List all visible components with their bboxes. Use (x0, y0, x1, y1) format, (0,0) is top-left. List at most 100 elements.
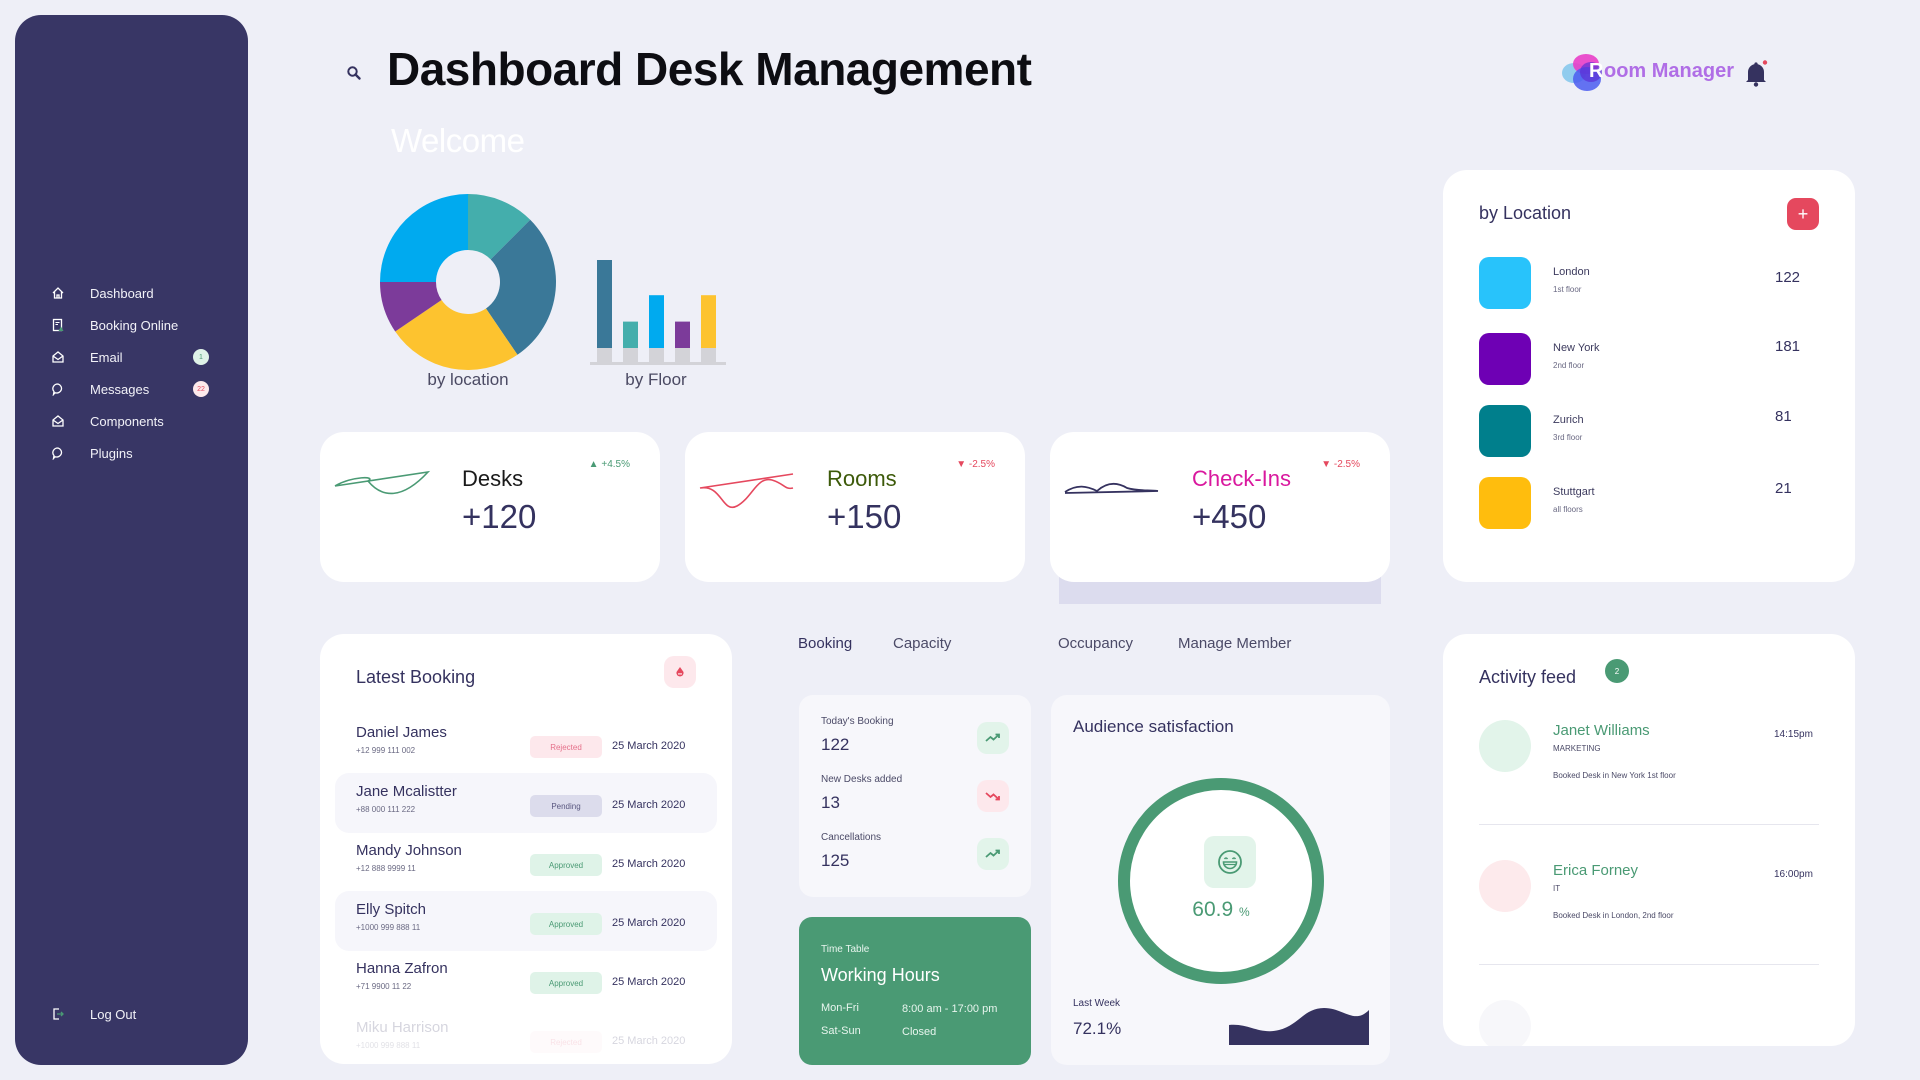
bar-3 (675, 321, 690, 348)
booking-row[interactable]: Miku Harrison +1000 999 888 11 Rejected … (335, 1009, 717, 1064)
hours-time: 8:00 am - 17:00 pm (902, 1003, 998, 1015)
trend-up-button[interactable] (977, 722, 1009, 754)
booking-row[interactable]: Mandy Johnson +12 888 9999 11 Approved 2… (335, 832, 717, 892)
booking-date: 25 March 2020 (612, 1035, 686, 1047)
location-count: 122 (1775, 269, 1801, 286)
status-badge: Rejected (530, 1031, 602, 1053)
status-badge: Approved (530, 854, 602, 876)
latest-booking-action-button[interactable] (664, 656, 696, 688)
sidebar-item-dashboard[interactable]: Dashboard (15, 279, 248, 307)
booking-row[interactable]: Jane Mcalistter +88 000 111 222 Pending … (335, 773, 717, 833)
tab-occupancy[interactable]: Occupancy (1058, 635, 1133, 652)
trend-down-button[interactable] (977, 780, 1009, 812)
booking-phone: +88 000 111 222 (356, 805, 416, 814)
checkins-sparkline (1064, 482, 1159, 494)
tab-booking[interactable]: Booking (798, 635, 852, 652)
tab-capacity[interactable]: Capacity (893, 635, 951, 652)
booking-name: Miku Harrison (356, 1019, 449, 1036)
stat-value: 125 (821, 851, 850, 870)
location-name: Stuttgart (1553, 486, 1595, 498)
location-row[interactable]: Zurich 3rd floor 81 (1479, 405, 1819, 457)
booking-date: 25 March 2020 (612, 976, 686, 988)
mail-icon (50, 349, 66, 365)
booking-phone: +12 999 111 002 (356, 746, 416, 755)
location-floor: all floors (1553, 505, 1583, 514)
sidebar-item-label: Dashboard (90, 285, 154, 301)
bar-2 (649, 295, 664, 348)
booking-row[interactable]: Hanna Zafron +71 9900 11 22 Approved 25 … (335, 950, 717, 1010)
tab-manage-member[interactable]: Manage Member (1178, 635, 1291, 652)
bar-1 (623, 321, 638, 348)
bar-base-0 (597, 348, 612, 362)
plus-icon: + (1797, 203, 1809, 224)
bar-4 (701, 295, 716, 348)
activity-item[interactable]: Janet Williams MARKETING Booked Desk in … (1479, 720, 1819, 840)
bell-icon[interactable] (1744, 60, 1768, 88)
laughing-face-icon (1218, 850, 1242, 874)
logo-initial: R (1589, 60, 1604, 82)
stat-value: 13 (821, 793, 840, 812)
sidebar-item-label: Messages (90, 381, 150, 397)
drop-icon (676, 667, 684, 677)
location-floor: 1st floor (1553, 285, 1582, 294)
status-badge: Pending (530, 795, 602, 817)
trend-up-button[interactable] (977, 838, 1009, 870)
booking-row[interactable]: Daniel James +12 999 111 002 Rejected 25… (335, 714, 717, 774)
donut-slice-4 (380, 194, 468, 282)
sidebar-item-components[interactable]: Components (15, 407, 248, 435)
activity-feed-card: Activity feed 2 Janet Williams MARKETING… (1443, 634, 1855, 1046)
activity-count-badge: 2 (1605, 659, 1629, 683)
bar-base-3 (675, 348, 690, 362)
sidebar-item-booking-online[interactable]: Booking Online (15, 311, 248, 339)
bar-0 (597, 260, 612, 348)
logout-button[interactable]: Log Out (15, 1000, 248, 1028)
working-hours-card: Time Table Working Hours Mon-Fri 8:00 am… (799, 917, 1031, 1065)
chat-icon (50, 381, 66, 397)
location-color-swatch (1479, 333, 1531, 385)
room-manager-logo[interactable]: R oom Manager (1560, 48, 1734, 98)
avatar (1479, 720, 1531, 772)
location-color-swatch (1479, 477, 1531, 529)
location-name: Zurich (1553, 414, 1584, 426)
search-icon[interactable] (345, 64, 363, 82)
trend-up-icon: ▲ (588, 459, 602, 470)
kpi-title: Check-Ins (1192, 466, 1292, 491)
satisfaction-gauge: 60.9 % (1118, 778, 1324, 984)
card-title: by Location (1479, 203, 1572, 223)
booking-phone: +71 9900 11 22 (356, 982, 412, 991)
card-title: Latest Booking (356, 667, 476, 687)
kpi-card-rooms[interactable]: ▼ -2.5% Rooms +150 (685, 432, 1025, 582)
activity-name: Janet Williams (1553, 722, 1650, 739)
location-row[interactable]: Stuttgart all floors 21 (1479, 477, 1819, 529)
location-floor: 3rd floor (1553, 433, 1583, 442)
activity-name: Erica Forney (1553, 862, 1639, 879)
sidebar-item-plugins[interactable]: Plugins (15, 439, 248, 467)
location-row[interactable]: London 1st floor 122 (1479, 257, 1819, 309)
page-title: Dashboard Desk Management (387, 43, 1032, 95)
add-location-button[interactable]: + (1787, 198, 1819, 230)
sidebar-item-label: Plugins (90, 445, 133, 461)
stat-label: Cancellations (821, 832, 882, 843)
audience-satisfaction-card: Audience satisfaction 60.9 % Last Week 7… (1051, 695, 1390, 1065)
smile-icon-box (1204, 836, 1256, 888)
avatar (1479, 860, 1531, 912)
kpi-card-desks[interactable]: ▲ +4.5% Desks +120 (320, 432, 660, 582)
location-name: New York (1553, 342, 1600, 354)
trend-up-icon (985, 733, 1000, 742)
mail-icon (50, 413, 66, 429)
last-week-value: 72.1% (1073, 1019, 1122, 1038)
booking-row[interactable]: Elly Spitch +1000 999 888 11 Approved 25… (335, 891, 717, 951)
booking-phone: +1000 999 888 11 (356, 923, 421, 932)
location-row[interactable]: New York 2nd floor 181 (1479, 333, 1819, 385)
kpi-card-checkins[interactable]: ▼ -2.5% Check-Ins +450 (1050, 432, 1390, 582)
location-count: 21 (1775, 480, 1792, 497)
sidebar-item-email[interactable]: Email 1 (15, 343, 248, 371)
latest-booking-card: Latest Booking Daniel James +12 999 111 … (320, 634, 732, 1064)
trend-up-icon (985, 849, 1000, 858)
timetable-kicker: Time Table (821, 944, 870, 955)
booking-name: Jane Mcalistter (356, 783, 457, 800)
location-color-swatch (1479, 257, 1531, 309)
sidebar-item-messages[interactable]: Messages 22 (15, 375, 248, 403)
activity-item[interactable]: Erica Forney IT Booked Desk in London, 2… (1479, 860, 1819, 980)
activity-desc: Booked Desk in London, 2nd floor (1553, 911, 1674, 920)
